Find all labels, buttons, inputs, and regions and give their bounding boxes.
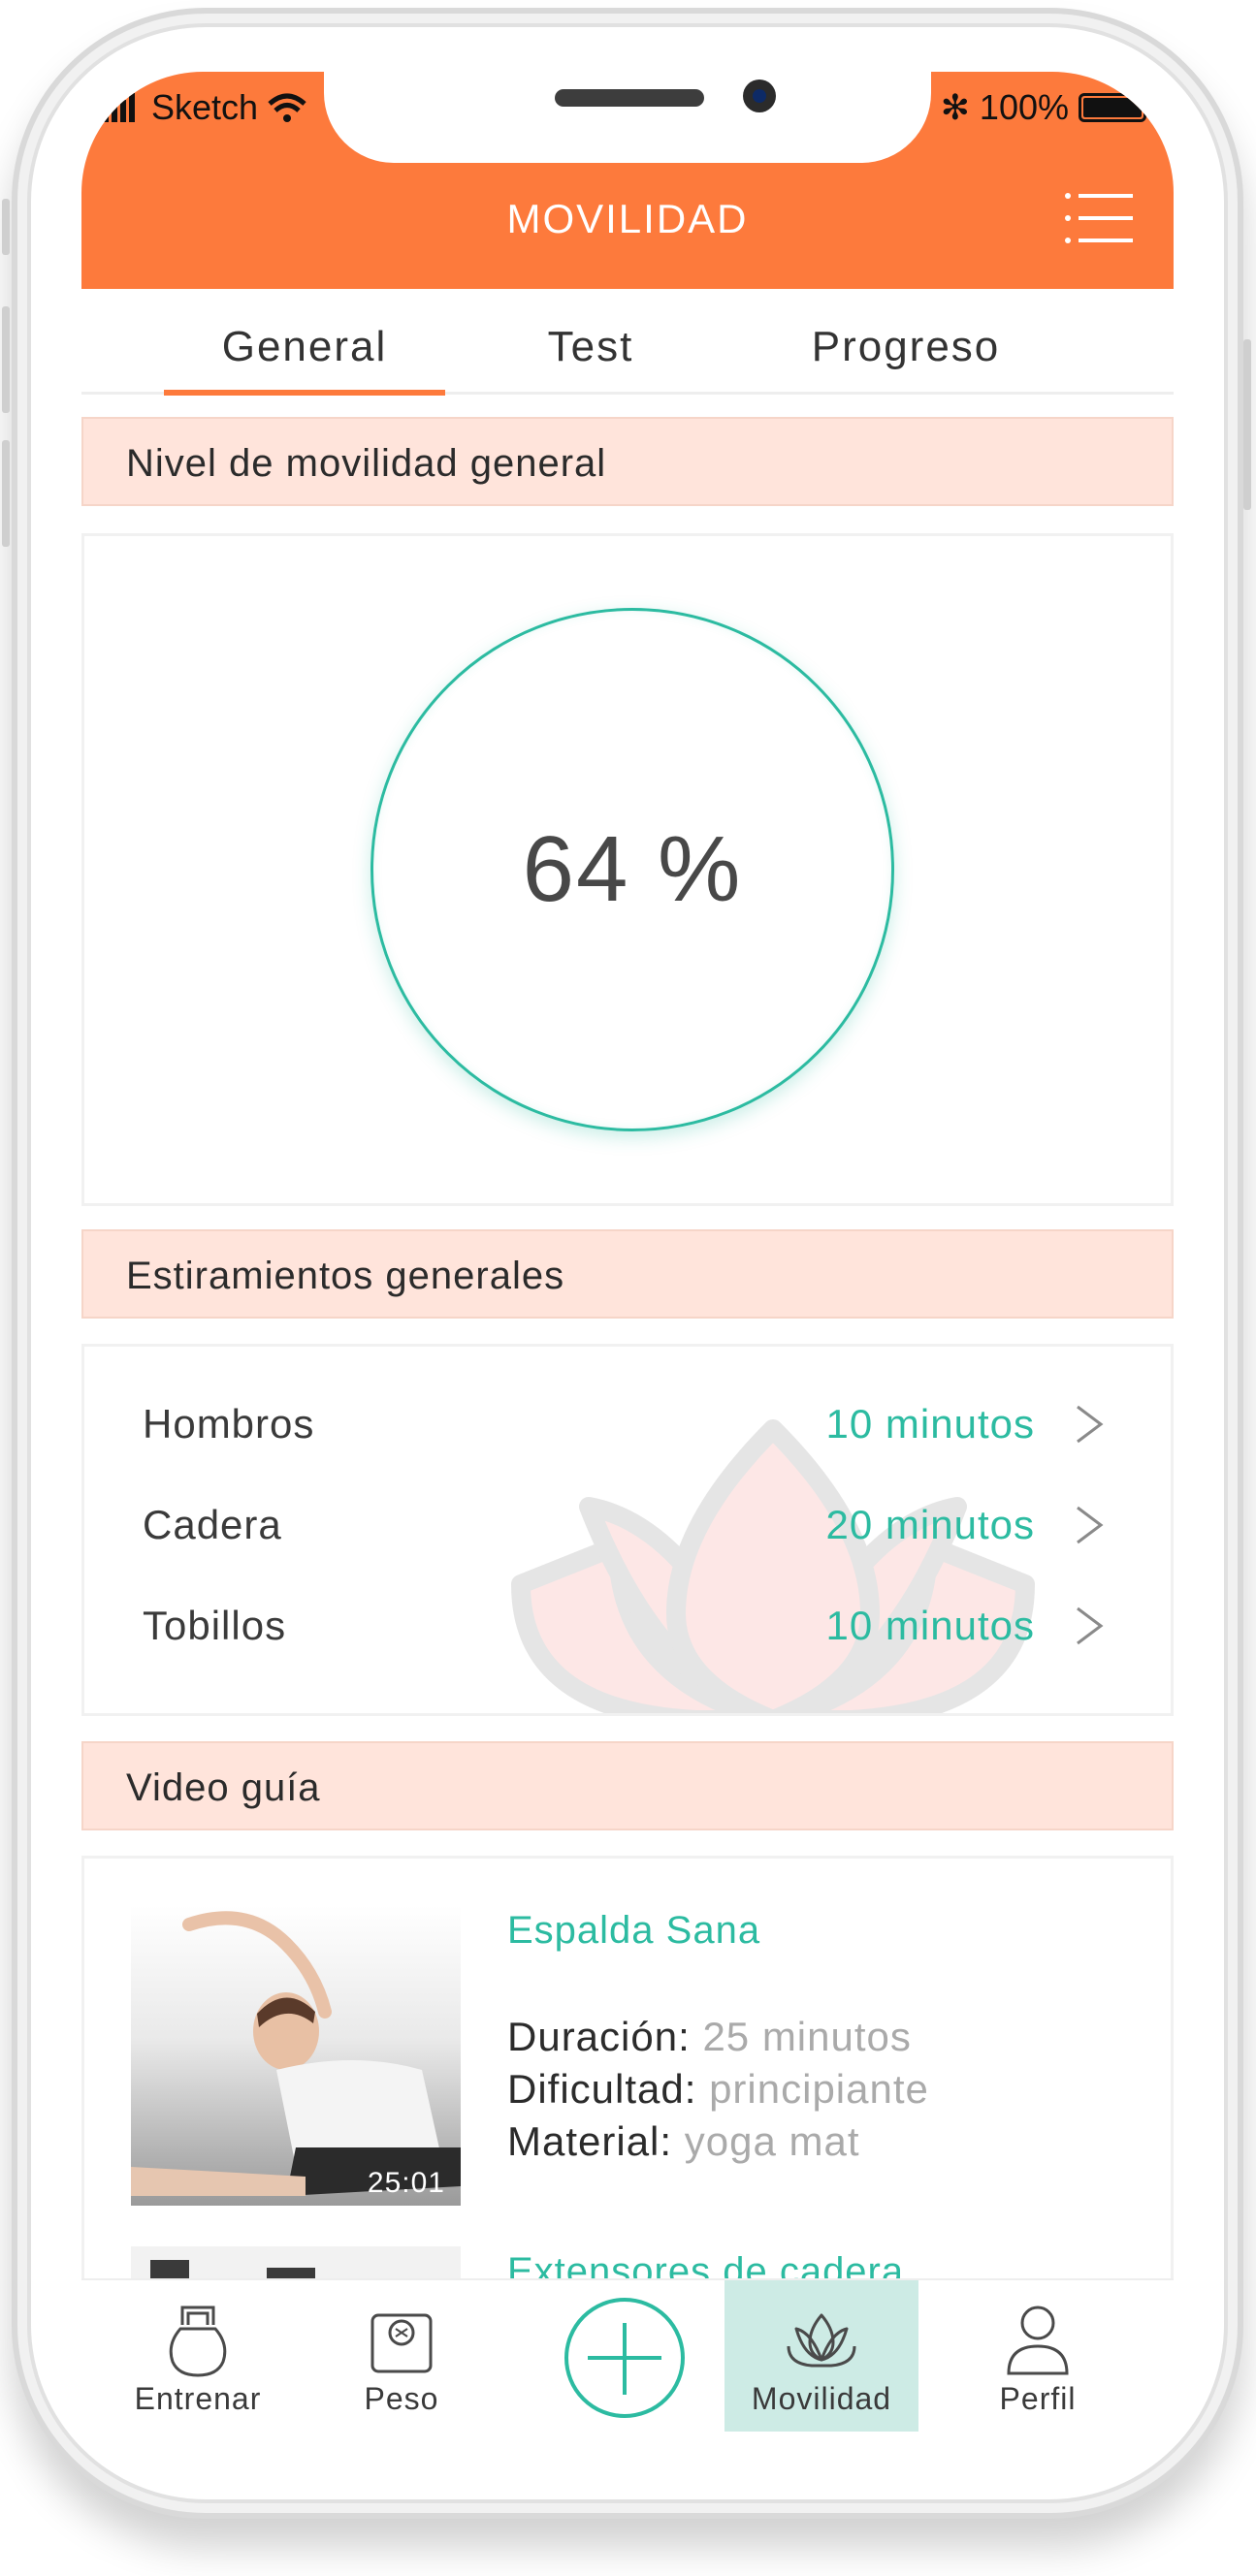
material-label: Material: — [507, 2118, 673, 2164]
video-difficulty-line: Dificultad: principiante — [507, 2066, 929, 2113]
menu-icon[interactable] — [1063, 190, 1135, 246]
tab-progreso[interactable]: Progreso — [741, 301, 1071, 394]
wifi-icon — [268, 93, 306, 122]
speaker-grille — [555, 89, 704, 107]
stretch-row-cadera[interactable]: Cadera 20 minutos — [143, 1486, 1132, 1564]
volume-down-button — [2, 440, 10, 547]
bluetooth-icon: ✻ — [940, 87, 970, 127]
stretch-row-tobillos[interactable]: Tobillos 10 minutos — [143, 1587, 1132, 1665]
nav-movilidad[interactable]: Movilidad — [725, 2280, 918, 2432]
nav-peso[interactable]: Peso — [314, 2280, 489, 2432]
kettlebell-icon — [169, 2306, 227, 2377]
video-duration-line: Duración: 25 minutos — [507, 2014, 912, 2060]
duration-label: Duración: — [507, 2014, 691, 2059]
page-title: MOVILIDAD — [506, 196, 749, 241]
stretching-person-image — [131, 1911, 461, 2196]
nav-entrenar[interactable]: Entrenar — [101, 2280, 295, 2432]
stretch-duration: 10 minutos — [825, 1603, 1035, 1648]
status-bar-left: Sketch — [103, 87, 306, 128]
stretch-name: Tobillos — [143, 1603, 287, 1648]
nav-label: Movilidad — [751, 2381, 892, 2416]
difficulty-label: Dificultad: — [507, 2066, 697, 2112]
video-list-card: 25:01 Espalda Sana Duración: 25 minutos … — [81, 1856, 1174, 2282]
duration-value: 25 minutos — [702, 2014, 912, 2059]
stretches-card: Hombros 10 minutos Cadera 20 minutos Tob… — [81, 1344, 1174, 1716]
video-thumbnail[interactable]: 25:01 — [131, 1905, 461, 2206]
video-thumbnail[interactable] — [131, 2246, 461, 2279]
video-title[interactable]: Espalda Sana — [507, 1909, 760, 1953]
mobility-section-header: Nivel de movilidad general — [81, 417, 1174, 506]
lotus-icon — [787, 2313, 856, 2368]
mobility-percent: 64 % — [522, 817, 743, 921]
chevron-right-icon — [1077, 1405, 1104, 1444]
mute-switch — [2, 199, 10, 255]
add-button[interactable] — [564, 2298, 685, 2418]
chevron-right-icon — [1077, 1506, 1104, 1544]
tab-general[interactable]: General — [159, 301, 450, 394]
nav-label: Perfil — [999, 2381, 1077, 2416]
stretch-duration: 10 minutos — [825, 1401, 1035, 1447]
stretch-name: Hombros — [143, 1401, 315, 1447]
video-material-line: Material: yoga mat — [507, 2118, 860, 2165]
bottom-navigation: Entrenar Peso Movilidad Perfil — [81, 2278, 1174, 2437]
plus-icon — [588, 2323, 661, 2395]
active-tab-indicator — [164, 390, 445, 396]
difficulty-value: principiante — [709, 2066, 929, 2112]
stretch-name: Cadera — [143, 1502, 282, 1547]
stretch-row-hombros[interactable]: Hombros 10 minutos — [143, 1385, 1132, 1463]
chevron-right-icon — [1077, 1606, 1104, 1645]
tab-bar: General Test Progreso — [81, 301, 1174, 395]
status-bar-right: ✻ 100% — [940, 87, 1151, 128]
mobility-card: 64 % — [81, 533, 1174, 1206]
material-value: yoga mat — [684, 2118, 860, 2164]
carrier-name: Sketch — [151, 87, 259, 127]
user-icon — [1007, 2306, 1069, 2375]
video-duration-badge: 25:01 — [367, 2167, 445, 2199]
stretching-person-image — [150, 2260, 315, 2279]
signal-icon — [103, 93, 135, 122]
app-header: Sketch ✻ 100% MOVILIDAD — [81, 72, 1174, 289]
nav-label: Entrenar — [134, 2381, 262, 2416]
battery-icon — [1079, 93, 1151, 122]
mobility-gauge: 64 % — [370, 608, 894, 1131]
power-button — [1243, 339, 1251, 510]
nav-label: Peso — [364, 2381, 439, 2416]
scale-icon — [370, 2313, 433, 2373]
app-screen: Sketch ✻ 100% MOVILIDAD General Test Pro… — [81, 72, 1174, 2437]
video-section-header: Video guía — [81, 1741, 1174, 1830]
stretch-duration: 20 minutos — [825, 1502, 1035, 1547]
front-camera — [743, 80, 776, 112]
nav-perfil[interactable]: Perfil — [941, 2280, 1135, 2432]
volume-up-button — [2, 306, 10, 413]
battery-percent: 100% — [979, 87, 1069, 127]
tab-test[interactable]: Test — [469, 301, 712, 394]
stretches-section-header: Estiramientos generales — [81, 1229, 1174, 1319]
device-notch — [324, 72, 931, 163]
